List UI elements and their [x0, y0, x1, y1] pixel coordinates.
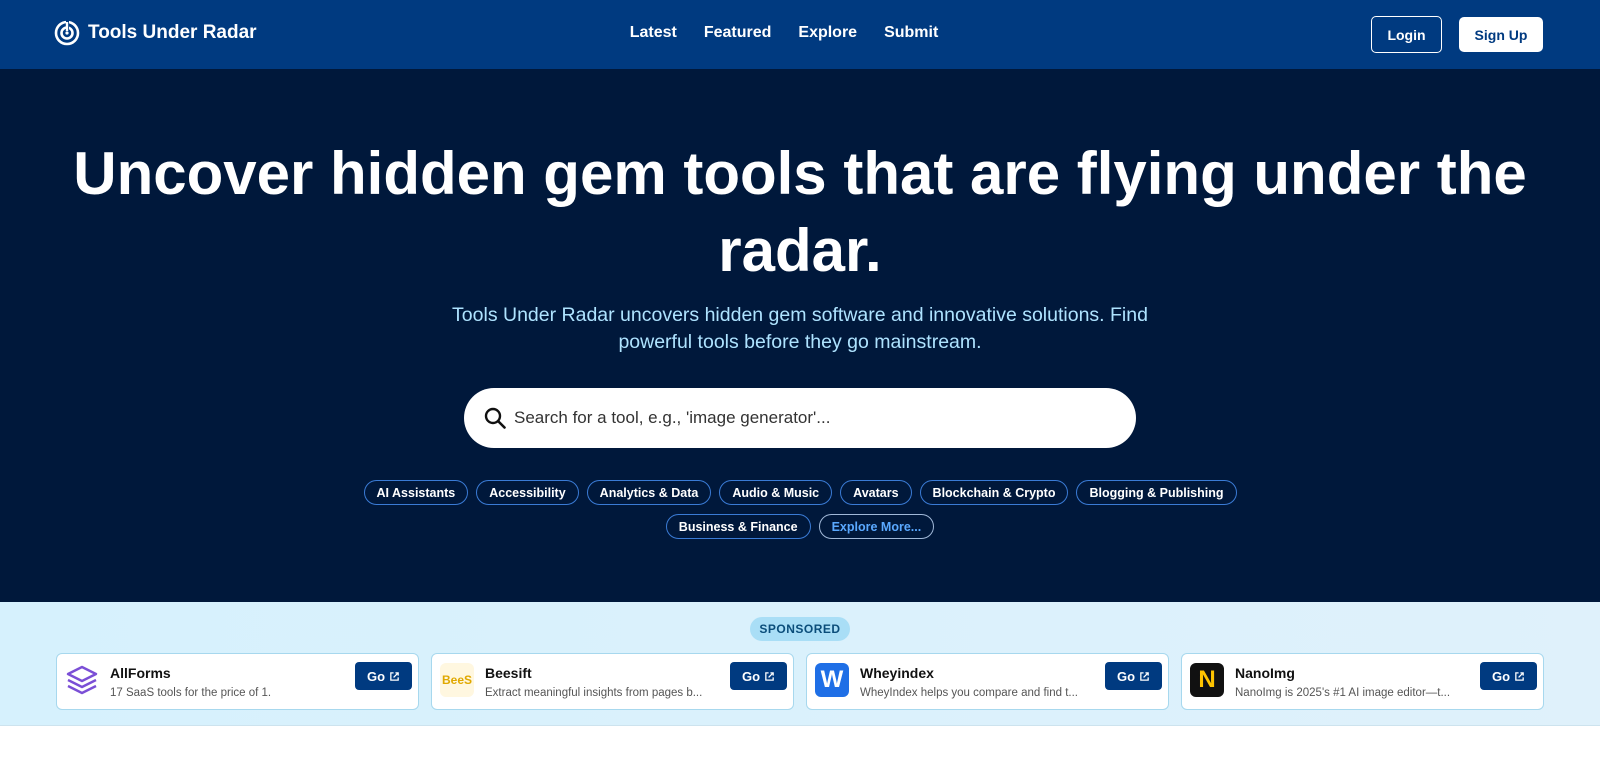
- login-button[interactable]: Login: [1371, 16, 1442, 53]
- go-button[interactable]: Go: [1105, 662, 1162, 690]
- nav-explore[interactable]: Explore: [798, 24, 857, 42]
- wheyindex-logo-text: W: [820, 666, 844, 693]
- tag-audio-music[interactable]: Audio & Music: [719, 480, 833, 505]
- go-button[interactable]: Go: [1480, 662, 1537, 690]
- external-link-icon: [390, 671, 399, 681]
- sponsored-card-wheyindex[interactable]: W Wheyindex WheyIndex helps you compare …: [806, 653, 1169, 710]
- sponsored-badge: SPONSORED: [750, 617, 850, 641]
- tag-business-finance[interactable]: Business & Finance: [665, 514, 811, 539]
- wheyindex-logo: W: [815, 663, 849, 697]
- go-label: Go: [1491, 668, 1511, 684]
- beesift-logo: BeeS: [440, 663, 474, 697]
- nav-submit[interactable]: Submit: [884, 24, 938, 42]
- sponsored-section: SPONSORED AllForms 17 SaaS tools for the…: [0, 602, 1600, 726]
- tag-blockchain-crypto[interactable]: Blockchain & Crypto: [919, 480, 1069, 505]
- sponsored-card-allforms[interactable]: AllForms 17 SaaS tools for the price of …: [56, 653, 419, 710]
- card-description: WheyIndex helps you compare and find t..…: [860, 687, 1078, 699]
- card-name: Wheyindex: [860, 665, 934, 681]
- tag-accessibility[interactable]: Accessibility: [476, 480, 579, 505]
- hero-section: Uncover hidden gem tools that are flying…: [0, 69, 1600, 602]
- go-button[interactable]: Go: [355, 662, 412, 690]
- card-description: NanoImg is 2025's #1 AI image editor—t..…: [1235, 687, 1451, 699]
- search-input[interactable]: [514, 388, 1114, 448]
- tag-avatars[interactable]: Avatars: [840, 480, 912, 505]
- external-link-icon: [765, 671, 774, 681]
- tag-blogging-publishing[interactable]: Blogging & Publishing: [1076, 480, 1237, 505]
- card-description: 17 SaaS tools for the price of 1.: [110, 687, 272, 699]
- beesift-logo-text: BeeS: [441, 673, 473, 687]
- nanoimg-logo: N: [1190, 663, 1224, 697]
- card-name: AllForms: [110, 665, 171, 681]
- card-name: Beesift: [485, 665, 532, 681]
- radar-icon: [54, 20, 80, 46]
- top-navbar: Tools Under Radar Latest Featured Explor…: [0, 0, 1600, 69]
- search-bar: [464, 388, 1136, 448]
- go-label: Go: [741, 668, 761, 684]
- tag-analytics-data[interactable]: Analytics & Data: [586, 480, 712, 505]
- nav-latest[interactable]: Latest: [630, 24, 677, 42]
- nav-featured[interactable]: Featured: [704, 24, 772, 42]
- search-icon: [484, 407, 506, 429]
- go-label: Go: [366, 668, 386, 684]
- sponsored-card-beesift[interactable]: BeeS Beesift Extract meaningful insights…: [431, 653, 794, 710]
- nanoimg-logo-text: N: [1198, 666, 1216, 693]
- hero-subtitle: Tools Under Radar uncovers hidden gem so…: [452, 304, 1148, 353]
- stacked-layers-icon: [65, 663, 99, 697]
- sponsored-card-nanoimg[interactable]: N NanoImg NanoImg is 2025's #1 AI image …: [1181, 653, 1544, 710]
- brand-logo[interactable]: Tools Under Radar: [54, 20, 257, 46]
- category-tags: AI Assistants Accessibility Analytics & …: [300, 480, 1300, 539]
- signup-button[interactable]: Sign Up: [1459, 17, 1543, 52]
- go-label: Go: [1116, 668, 1136, 684]
- explore-more-link[interactable]: Explore More...: [818, 514, 935, 539]
- brand-name: Tools Under Radar: [88, 22, 257, 43]
- external-link-icon: [1140, 671, 1149, 681]
- card-description: Extract meaningful insights from pages b…: [485, 687, 703, 699]
- go-button[interactable]: Go: [730, 662, 787, 690]
- sponsored-cards: AllForms 17 SaaS tools for the price of …: [56, 653, 1544, 710]
- card-name: NanoImg: [1235, 665, 1295, 681]
- tag-ai-assistants[interactable]: AI Assistants: [363, 480, 469, 505]
- external-link-icon: [1515, 671, 1524, 681]
- hero-title: Uncover hidden gem tools that are flying…: [73, 140, 1527, 284]
